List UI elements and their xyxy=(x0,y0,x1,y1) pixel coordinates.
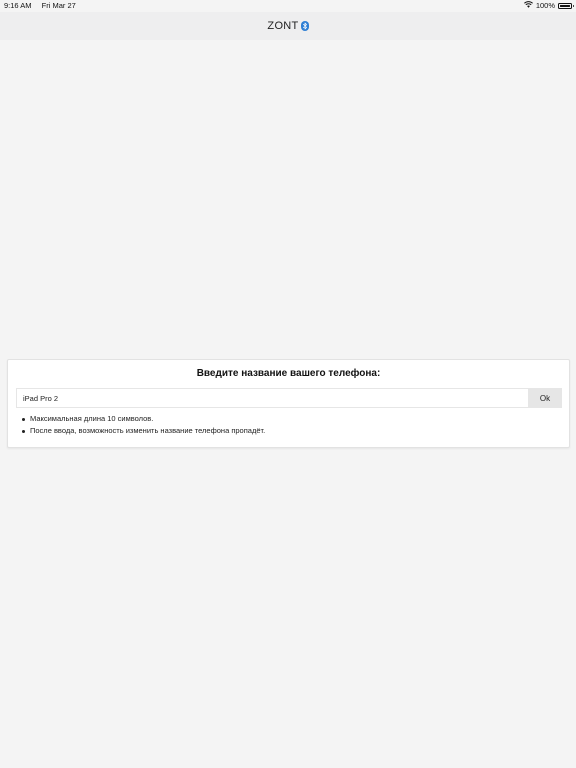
ok-button[interactable]: Ok xyxy=(528,388,562,408)
navigation-bar: ZONT xyxy=(0,12,576,40)
status-date: Fri Mar 27 xyxy=(41,1,76,10)
phone-name-dialog: Введите название вашего телефона: Ok Мак… xyxy=(7,359,570,448)
status-right: 100% xyxy=(523,1,574,10)
hint-max-length: Максимальная длина 10 символов. xyxy=(21,413,265,425)
status-bar: 9:16 AM Fri Mar 27 100% xyxy=(0,0,576,12)
battery-icon xyxy=(558,2,574,9)
battery-level xyxy=(560,4,570,7)
hint-no-change: После ввода, возможность изменить назван… xyxy=(21,426,266,435)
status-time: 9:16 AM xyxy=(4,1,32,10)
dialog-title: Введите название вашего телефона: xyxy=(196,368,381,379)
app-title-text: ZONT xyxy=(267,20,299,32)
bluetooth-icon xyxy=(300,21,309,31)
hints-list: Максимальная длина 10 символов. После вв… xyxy=(21,413,266,437)
wifi-icon xyxy=(523,1,533,10)
status-left: 9:16 AM Fri Mar 27 xyxy=(4,1,76,10)
phone-name-input[interactable] xyxy=(16,388,528,408)
app-title: ZONT xyxy=(267,20,309,32)
battery-percent: 100% xyxy=(535,1,555,10)
